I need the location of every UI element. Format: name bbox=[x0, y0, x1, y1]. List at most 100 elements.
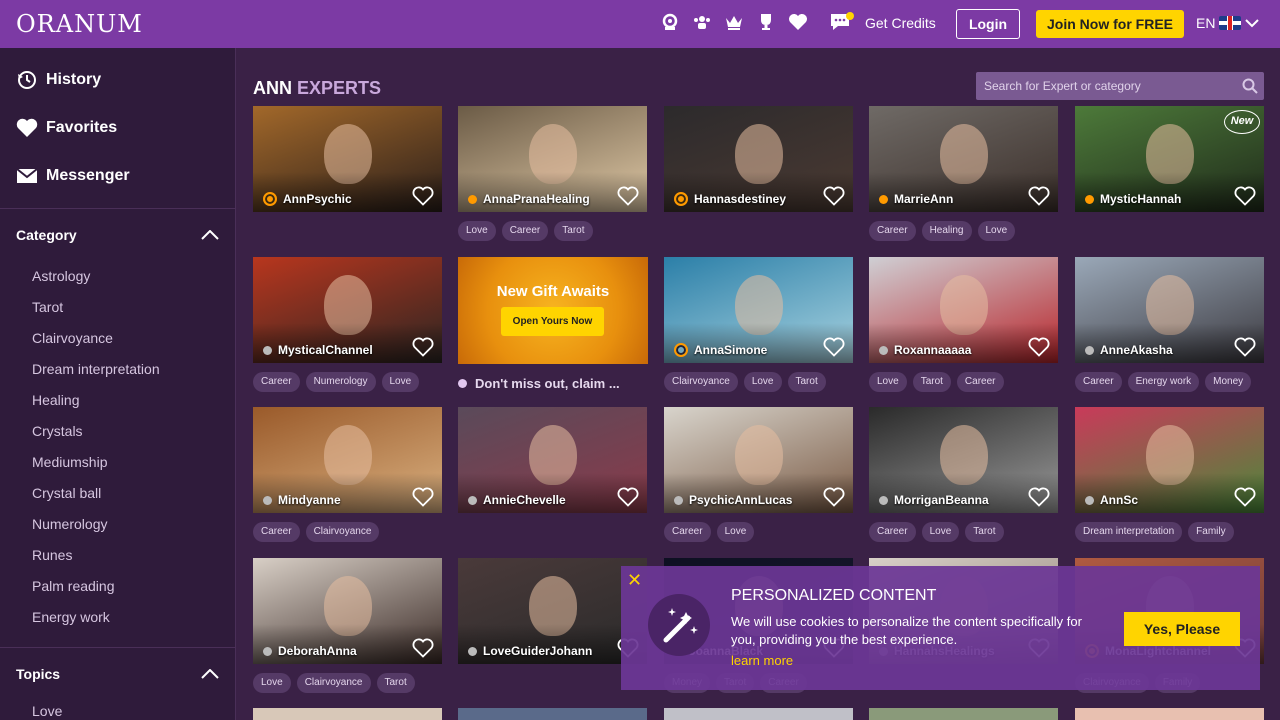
category-item[interactable]: Palm reading bbox=[0, 571, 235, 602]
category-tag[interactable]: Love bbox=[458, 221, 496, 241]
category-item[interactable]: Energy work bbox=[0, 602, 235, 633]
category-item[interactable]: Healing bbox=[0, 385, 235, 416]
language-selector[interactable]: EN bbox=[1196, 15, 1260, 31]
open-gift-button[interactable]: Open Yours Now bbox=[501, 307, 604, 336]
category-item[interactable]: Mediumship bbox=[0, 447, 235, 478]
category-tag[interactable]: Love bbox=[716, 522, 755, 542]
sidebar-item-messenger[interactable]: Messenger bbox=[0, 152, 235, 200]
topics-section-header[interactable]: Topics bbox=[0, 648, 235, 700]
category-tag[interactable]: Love bbox=[921, 522, 960, 542]
expert-photo[interactable]: LoveGuiderJohann bbox=[458, 558, 647, 664]
category-item[interactable]: Crystal ball bbox=[0, 478, 235, 509]
expert-card[interactable]: AnnPsychic bbox=[253, 106, 442, 221]
category-tag[interactable]: Numerology bbox=[305, 372, 376, 392]
favorite-heart-icon[interactable] bbox=[823, 487, 845, 507]
expert-photo[interactable]: MysticalChannel bbox=[253, 257, 442, 363]
expert-photo-partial[interactable] bbox=[664, 708, 853, 720]
expert-card[interactable]: AnnieChevelle bbox=[458, 407, 647, 522]
get-credits-link[interactable]: Get Credits bbox=[865, 15, 936, 31]
category-tag[interactable]: Career bbox=[869, 522, 916, 542]
expert-photo[interactable]: AnnaSimone bbox=[664, 257, 853, 363]
expert-photo-partial[interactable] bbox=[869, 708, 1058, 720]
close-icon[interactable]: ✕ bbox=[627, 570, 642, 591]
favorite-heart-icon[interactable] bbox=[412, 638, 434, 658]
category-tag[interactable]: Tarot bbox=[912, 372, 951, 392]
category-tag[interactable]: Love bbox=[869, 372, 907, 392]
topic-item[interactable]: Love bbox=[0, 700, 235, 720]
category-tag[interactable]: Dream interpretation bbox=[1075, 522, 1183, 542]
category-item[interactable]: Clairvoyance bbox=[0, 323, 235, 354]
accept-cookies-button[interactable]: Yes, Please bbox=[1124, 612, 1240, 646]
expert-photo[interactable]: Roxannaaaaa bbox=[869, 257, 1058, 363]
favorite-heart-icon[interactable] bbox=[617, 186, 639, 206]
psychic-icon[interactable] bbox=[660, 12, 680, 32]
category-tag[interactable]: Love bbox=[977, 221, 1016, 241]
category-item[interactable]: Astrology bbox=[0, 261, 235, 292]
category-tag[interactable]: Career bbox=[253, 522, 300, 542]
favorite-heart-icon[interactable] bbox=[1028, 337, 1050, 357]
expert-card[interactable]: PsychicAnnLucas Career Love bbox=[664, 407, 853, 542]
search-input[interactable] bbox=[976, 72, 1226, 100]
group-icon[interactable] bbox=[692, 12, 712, 32]
expert-photo-partial[interactable] bbox=[458, 708, 647, 720]
category-tag[interactable]: Healing bbox=[921, 221, 972, 241]
expert-photo[interactable]: PsychicAnnLucas bbox=[664, 407, 853, 513]
category-item[interactable]: Crystals bbox=[0, 416, 235, 447]
category-tag[interactable]: Family bbox=[1188, 522, 1234, 542]
favorite-heart-icon[interactable] bbox=[1028, 186, 1050, 206]
category-tag[interactable]: Love bbox=[253, 673, 291, 693]
trophy-icon[interactable] bbox=[756, 12, 776, 32]
category-tag[interactable]: Energy work bbox=[1127, 372, 1200, 392]
expert-photo[interactable]: AnneAkasha bbox=[1075, 257, 1264, 363]
expert-card[interactable]: MysticalChannel Career Numerology Love bbox=[253, 257, 442, 392]
category-section-header[interactable]: Category bbox=[0, 209, 235, 261]
learn-more-link[interactable]: learn more bbox=[731, 653, 793, 668]
favorite-heart-icon[interactable] bbox=[617, 487, 639, 507]
category-item[interactable]: Tarot bbox=[0, 292, 235, 323]
expert-card[interactable]: Mindyanne Career Clairvoyance bbox=[253, 407, 442, 542]
oranum-logo[interactable]: ORANUM bbox=[16, 10, 143, 38]
favorites-heart-icon[interactable] bbox=[788, 12, 808, 32]
favorite-heart-icon[interactable] bbox=[1234, 487, 1256, 507]
login-button[interactable]: Login bbox=[956, 9, 1020, 39]
category-tag[interactable]: Career bbox=[1075, 372, 1122, 392]
category-tag[interactable]: Tarot bbox=[554, 221, 593, 241]
category-tag[interactable]: Career bbox=[253, 372, 300, 392]
crown-icon[interactable] bbox=[724, 12, 744, 32]
category-tag[interactable]: Love bbox=[743, 372, 782, 392]
category-tag[interactable]: Career bbox=[501, 221, 549, 241]
expert-card[interactable]: Roxannaaaaa Love Tarot Career bbox=[869, 257, 1058, 392]
category-tag[interactable]: Tarot bbox=[965, 522, 1004, 542]
favorite-heart-icon[interactable] bbox=[823, 337, 845, 357]
expert-photo-partial[interactable] bbox=[1075, 708, 1264, 720]
search-icon[interactable] bbox=[1242, 78, 1258, 94]
expert-photo[interactable]: AnnieChevelle bbox=[458, 407, 647, 513]
category-tag[interactable]: Clairvoyance bbox=[664, 372, 738, 392]
gift-promo-card[interactable]: New Gift Awaits Open Yours Now Don't miss … bbox=[458, 257, 648, 391]
expert-card[interactable]: AnnaPranaHealing Love Career Tarot bbox=[458, 106, 647, 241]
expert-photo[interactable]: Mindyanne bbox=[253, 407, 442, 513]
expert-photo[interactable]: MarrieAnn bbox=[869, 106, 1058, 212]
favorite-heart-icon[interactable] bbox=[1028, 487, 1050, 507]
category-tag[interactable]: Career bbox=[956, 372, 1004, 392]
expert-card[interactable]: Hannasdestiney bbox=[664, 106, 853, 221]
sidebar-item-history[interactable]: History bbox=[0, 56, 235, 104]
category-tag[interactable]: Clairvoyance bbox=[296, 673, 371, 693]
category-item[interactable]: Dream interpretation bbox=[0, 354, 235, 385]
category-tag[interactable]: Money bbox=[1205, 372, 1252, 392]
favorite-heart-icon[interactable] bbox=[1234, 186, 1256, 206]
favorite-heart-icon[interactable] bbox=[1234, 337, 1256, 357]
expert-photo[interactable]: MorriganBeanna bbox=[869, 407, 1058, 513]
sidebar-item-favorites[interactable]: Favorites bbox=[0, 104, 235, 152]
expert-card[interactable]: AnnSc Dream interpretation Family bbox=[1075, 407, 1264, 542]
expert-photo[interactable]: Hannasdestiney bbox=[664, 106, 853, 212]
expert-card[interactable]: New MysticHannah bbox=[1075, 106, 1264, 221]
category-tag[interactable]: Clairvoyance bbox=[305, 522, 380, 542]
expert-card[interactable]: AnnaSimone Clairvoyance Love Tarot bbox=[664, 257, 853, 392]
expert-photo-partial[interactable] bbox=[253, 708, 442, 720]
favorite-heart-icon[interactable] bbox=[412, 186, 434, 206]
expert-card[interactable]: MorriganBeanna Career Love Tarot bbox=[869, 407, 1058, 542]
category-tag[interactable]: Career bbox=[664, 522, 711, 542]
expert-photo[interactable]: DeborahAnna bbox=[253, 558, 442, 664]
expert-photo[interactable]: New MysticHannah bbox=[1075, 106, 1264, 212]
